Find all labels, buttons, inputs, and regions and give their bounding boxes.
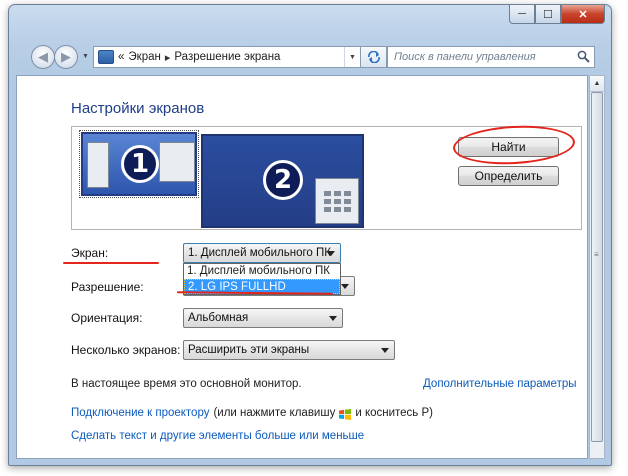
windows-logo-icon <box>339 408 352 420</box>
projector-hint-text: (или нажмите клавишу <box>213 407 336 419</box>
search-input[interactable]: Поиск в панели управления <box>387 46 595 68</box>
content-pane: Настройки экранов 1 2 Найти Определить Э… <box>16 75 588 459</box>
multiple-displays-select[interactable]: Расширить эти экраны <box>183 340 395 360</box>
screen-select-value: 1. Дисплей мобильного ПК <box>188 247 331 259</box>
monitor-1-dialog-thumbnail <box>159 142 195 182</box>
chevron-down-icon <box>381 348 389 353</box>
forward-button[interactable]: ▶ <box>54 45 78 69</box>
minimize-button[interactable]: ─ <box>509 5 535 24</box>
maximize-button[interactable]: ☐ <box>535 5 561 24</box>
breadcrumb-item-resolution[interactable]: Разрешение экрана <box>174 51 280 63</box>
monitor-2-tile[interactable]: 2 <box>201 134 364 228</box>
orientation-label: Ориентация: <box>71 311 143 325</box>
screen-label: Экран: <box>71 246 109 260</box>
chevron-down-icon <box>329 316 337 321</box>
orientation-select-value: Альбомная <box>188 312 249 324</box>
monitor-1-window-thumbnail <box>87 142 109 188</box>
caption-buttons: ─ ☐ ✕ <box>509 5 605 24</box>
page-title: Настройки экранов <box>71 100 205 117</box>
screen-select[interactable]: 1. Дисплей мобильного ПК <box>183 243 341 263</box>
refresh-icon <box>367 51 380 63</box>
back-button[interactable]: ◀ <box>31 45 55 69</box>
chevron-down-icon <box>341 284 349 289</box>
control-panel-icon <box>98 50 114 64</box>
annotation-underline-screen <box>63 262 159 264</box>
chevron-down-icon <box>327 251 335 256</box>
scroll-grip-icon: ≡ <box>594 250 599 259</box>
address-dropdown-icon[interactable]: ▼ <box>344 47 360 67</box>
connect-projector-link[interactable]: Подключение к проектору <box>71 407 209 419</box>
advanced-settings-link[interactable]: Дополнительные параметры <box>423 378 577 390</box>
breadcrumb-separator-icon[interactable]: ▸ <box>165 51 171 64</box>
multiple-displays-label: Несколько экранов: <box>71 343 181 357</box>
refresh-button[interactable] <box>361 46 387 68</box>
monitor-2-dialog-thumbnail <box>315 178 359 224</box>
search-placeholder: Поиск в панели управления <box>394 51 536 63</box>
recent-pages-dropdown-icon[interactable]: ▼ <box>82 53 89 60</box>
orientation-select[interactable]: Альбомная <box>183 308 343 328</box>
projector-hint-text-end: и коснитесь P) <box>355 407 433 419</box>
monitor-2-grid-icon <box>324 191 351 212</box>
navigation-bar: ◀ ▶ ▼ « Экран ▸ Разрешение экрана ▼ Поис… <box>9 43 611 75</box>
close-button[interactable]: ✕ <box>561 5 605 24</box>
monitor-2-number: 2 <box>263 160 303 200</box>
screen-option-1[interactable]: 1. Дисплей мобильного ПК <box>184 264 340 279</box>
multiple-displays-select-value: Расширить эти экраны <box>188 344 310 356</box>
scroll-thumb[interactable]: ≡ <box>591 92 603 442</box>
primary-monitor-status: В настоящее время это основной монитор. <box>71 378 302 390</box>
address-bar[interactable]: « Экран ▸ Разрешение экрана ▼ <box>93 46 361 68</box>
projector-row: Подключение к проектору (или нажмите кла… <box>71 407 433 420</box>
identify-button[interactable]: Определить <box>458 166 559 186</box>
breadcrumb-item-screen[interactable]: Экран <box>128 51 160 63</box>
address-overflow-chevron[interactable]: « <box>118 51 124 63</box>
search-icon[interactable] <box>577 50 590 63</box>
monitor-1-number: 1 <box>121 145 159 183</box>
vertical-scrollbar[interactable]: ▲ ≡ <box>589 75 605 459</box>
screen-dropdown-list: 1. Дисплей мобильного ПК 2. LG IPS FULLH… <box>183 263 341 295</box>
scroll-up-icon[interactable]: ▲ <box>590 76 604 92</box>
control-panel-window: ─ ☐ ✕ ◀ ▶ ▼ « Экран ▸ Разрешение экрана … <box>8 4 612 466</box>
text-size-link[interactable]: Сделать текст и другие элементы больше и… <box>71 430 364 442</box>
monitor-1-tile[interactable]: 1 <box>79 130 199 198</box>
resolution-label: Разрешение: <box>71 280 144 294</box>
